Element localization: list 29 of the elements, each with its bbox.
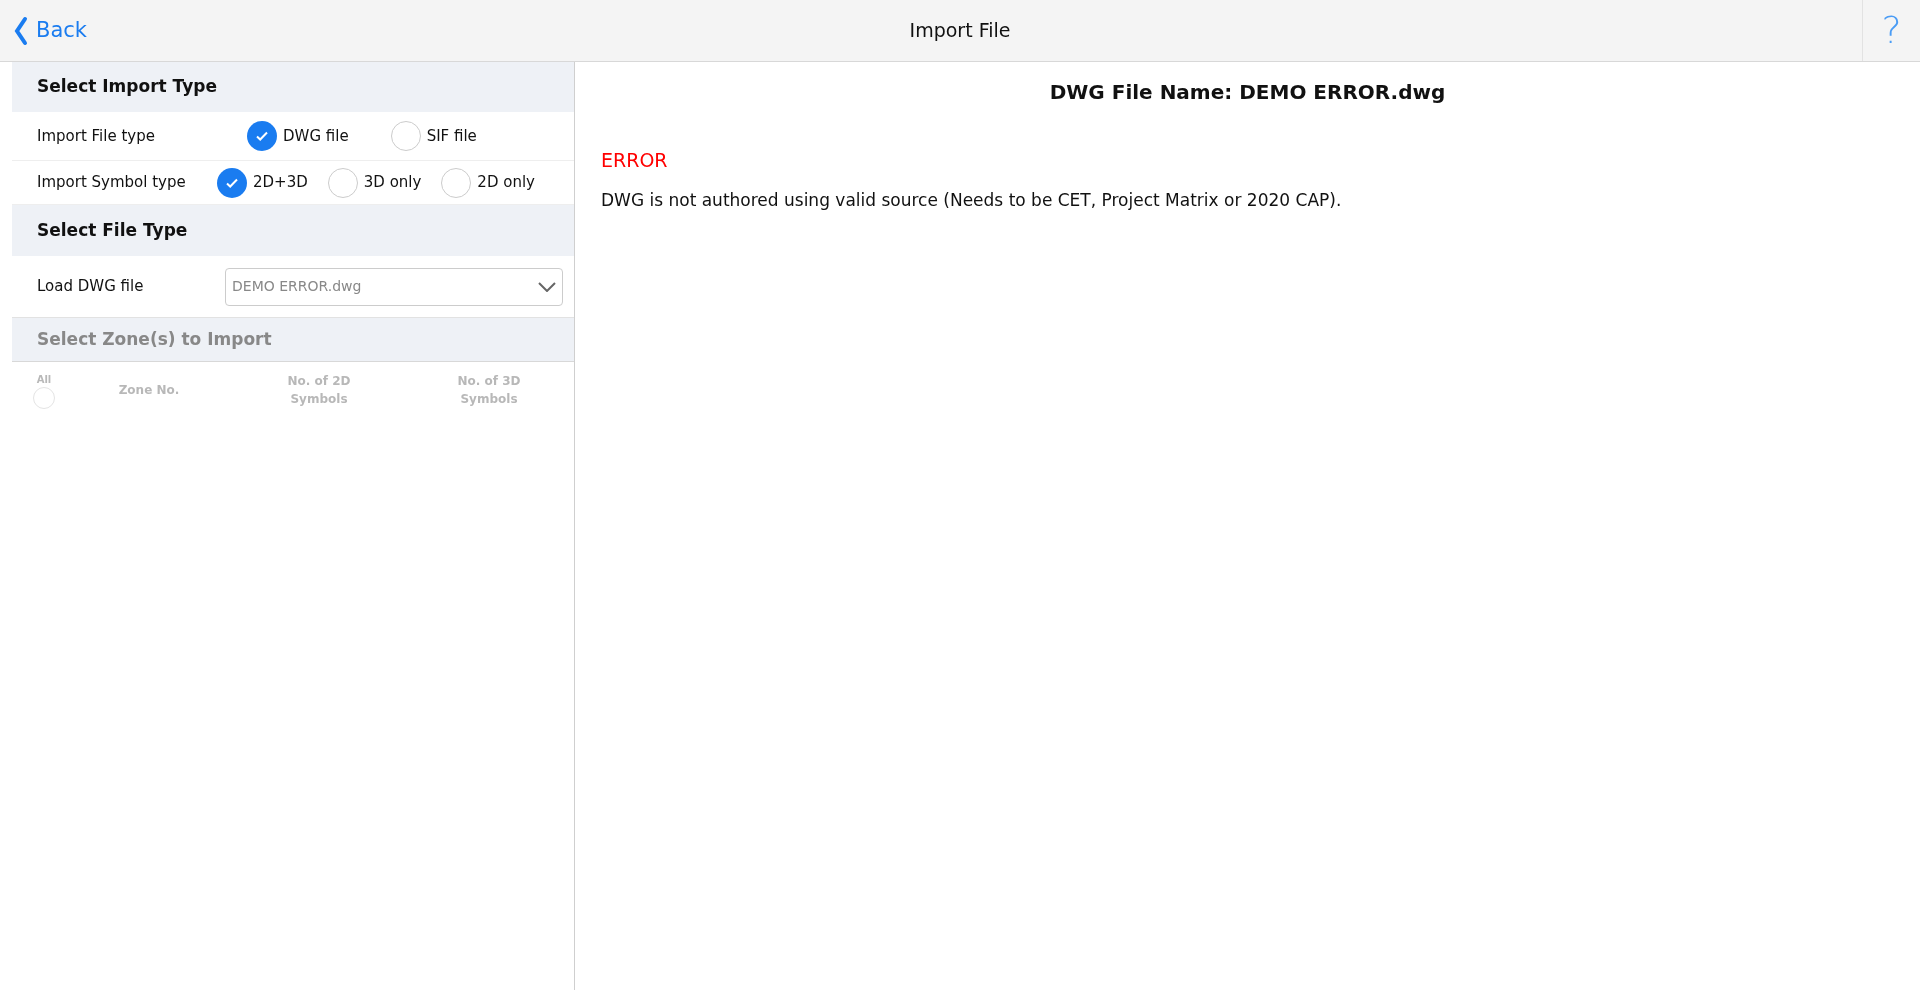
page-title: Import File bbox=[909, 18, 1011, 44]
chevron-left-icon bbox=[14, 15, 28, 46]
radio-label: 3D only bbox=[363, 172, 422, 194]
all-label: All bbox=[36, 372, 52, 387]
radio-unchecked-icon[interactable] bbox=[327, 167, 358, 198]
error-label: ERROR bbox=[601, 148, 669, 173]
help-button[interactable]: ? bbox=[1862, 0, 1920, 61]
radio-label: 2D+3D bbox=[253, 172, 308, 194]
field-label: Load DWG file bbox=[37, 276, 145, 298]
section-header: Select Import Type bbox=[12, 62, 574, 112]
back-button[interactable]: Back bbox=[0, 14, 200, 47]
column-header: Zone No. bbox=[117, 382, 181, 399]
radio-label: SIF file bbox=[426, 125, 477, 147]
column-header: No. of 2D Symbols bbox=[286, 373, 352, 408]
radio-checked-icon[interactable] bbox=[217, 167, 247, 198]
section-header: Select File Type bbox=[12, 205, 574, 256]
field-label: Import File type bbox=[37, 125, 156, 147]
field-label: Import Symbol type bbox=[37, 172, 187, 194]
section-header: Select Zone(s) to Import bbox=[12, 318, 574, 362]
file-dropdown[interactable]: DEMO ERROR.dwg bbox=[225, 267, 563, 306]
error-message: DWG is not authored using valid source (Needs to be CET, Project Matrix or 2020 CAP). bbox=[601, 188, 1343, 212]
radio-unchecked-icon[interactable] bbox=[390, 121, 421, 151]
radio-label: DWG file bbox=[283, 125, 349, 147]
column-header: No. of 3D Symbols bbox=[456, 373, 522, 408]
chevron-down-icon bbox=[538, 281, 556, 292]
radio-unchecked-icon[interactable] bbox=[441, 167, 472, 198]
file-name-title: DWG File Name: DEMO ERROR.dwg bbox=[1048, 79, 1447, 106]
radio-checked-icon[interactable] bbox=[247, 121, 277, 151]
radio-label: 2D only bbox=[477, 172, 535, 194]
